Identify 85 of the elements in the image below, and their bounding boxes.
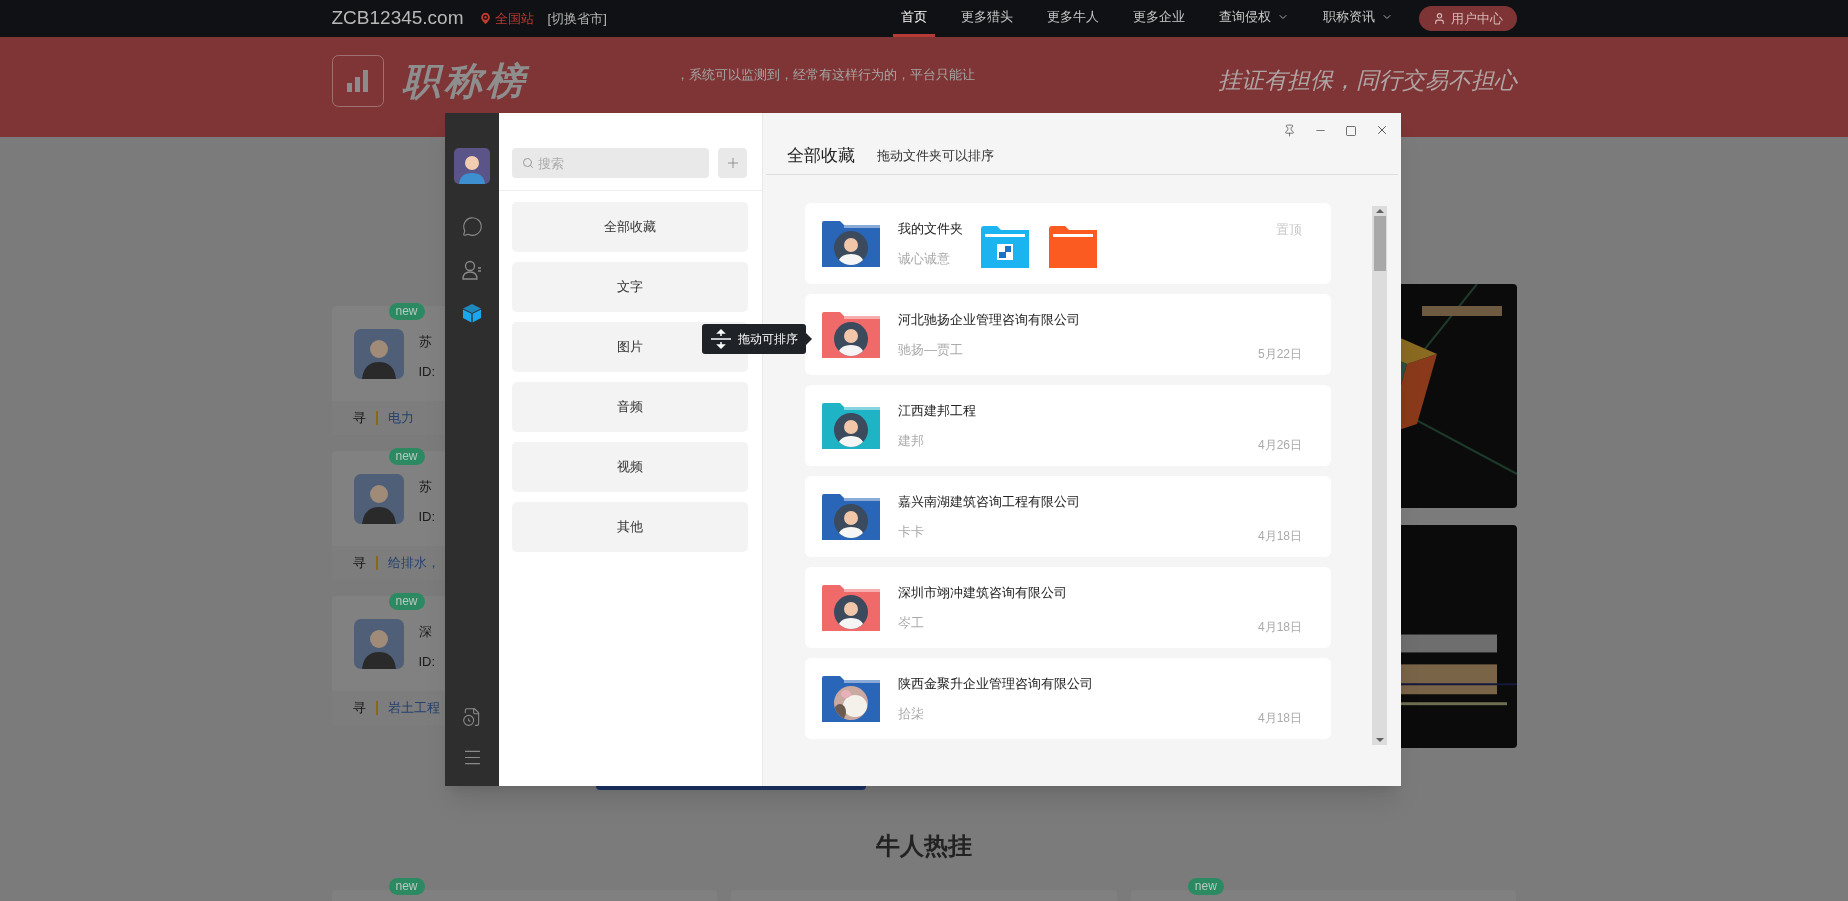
folder-icon[interactable] — [981, 225, 1029, 268]
profile-name: 苏 — [418, 333, 433, 351]
nav-item[interactable]: 查询侵权 — [1210, 0, 1297, 37]
profile-name: 深 — [418, 623, 433, 641]
search-icon — [522, 157, 534, 169]
folder-date: 4月26日 — [1257, 437, 1302, 454]
nav-item[interactable]: 职称资讯 — [1314, 0, 1401, 37]
folder-date: 4月18日 — [1257, 528, 1302, 545]
nav-item[interactable]: 更多猎头 — [952, 0, 1021, 37]
switch-city-link[interactable]: [切换省市] — [547, 8, 607, 29]
folder-subtitle: 拾柒 — [898, 704, 925, 723]
folder-title: 我的文件夹 — [898, 220, 963, 238]
user-icon — [1432, 12, 1446, 25]
close-icon[interactable] — [1375, 123, 1389, 137]
folder-subtitle: 建邦 — [898, 431, 925, 450]
folder-card[interactable]: 嘉兴南湖建筑咨询工程有限公司 卡卡 4月18日 — [805, 476, 1331, 557]
chat-icon[interactable] — [461, 216, 483, 237]
profile-id: ID: — [418, 507, 436, 526]
new-badge: new — [388, 303, 425, 320]
panel-title: 全部收藏 — [787, 144, 855, 167]
new-badge: new — [388, 448, 425, 465]
seek-label: 寻 — [352, 554, 366, 573]
folder-card[interactable]: 江西建邦工程 建邦 4月26日 — [805, 385, 1331, 466]
category-item[interactable]: 全部收藏 — [512, 202, 748, 252]
cube-icon[interactable] — [462, 303, 482, 323]
profile-id: ID: — [418, 362, 436, 381]
category-item[interactable]: 文字 — [512, 262, 748, 312]
ticker-text: ，系统可以监测到，经常有这样行为的，平台只能让 — [675, 66, 975, 85]
search-field[interactable]: 搜索 — [512, 148, 709, 178]
category-item[interactable]: 音频 — [512, 382, 748, 432]
scroll-up-icon[interactable] — [1375, 206, 1384, 216]
pin-icon[interactable] — [1283, 124, 1296, 137]
folder-avatar-icon — [822, 675, 880, 722]
category-item[interactable]: 其他 — [512, 502, 748, 552]
folder-title: 河北驰扬企业管理咨询有限公司 — [898, 311, 1080, 329]
folder-card[interactable]: 河北驰扬企业管理咨询有限公司 驰扬—贾工 5月22日 — [805, 294, 1331, 375]
avatar — [353, 329, 404, 379]
folder-avatar-icon — [822, 402, 880, 449]
folder-title: 嘉兴南湖建筑咨询工程有限公司 — [898, 493, 1080, 511]
site-name[interactable]: ZCB12345.com — [331, 4, 464, 33]
drag-sort-icon — [710, 328, 732, 350]
folder-card[interactable]: 深圳市翊冲建筑咨询有限公司 岑工 4月18日 — [805, 567, 1331, 648]
folder-avatar-icon — [822, 311, 880, 358]
profile-name: 苏 — [418, 478, 433, 496]
folder-avatar-icon — [822, 220, 880, 267]
folder-date: 5月22日 — [1257, 346, 1302, 363]
tooltip-pointer — [806, 333, 812, 345]
new-badge: new — [388, 593, 425, 610]
scroll-down-icon[interactable] — [1375, 735, 1384, 745]
category-item[interactable]: 视频 — [512, 442, 748, 492]
history-icon[interactable] — [462, 707, 482, 727]
folder-subtitle: 卡卡 — [898, 522, 925, 541]
seek-label: 寻 — [352, 409, 366, 428]
folder-avatar-icon — [822, 493, 880, 540]
folder-subtitle: 诚心诚意 — [898, 249, 951, 268]
maximize-icon[interactable] — [1345, 125, 1357, 137]
avatar — [353, 619, 404, 669]
folder-avatar-icon — [822, 584, 880, 631]
new-badge: new — [388, 878, 425, 895]
location-label: 全国站 — [494, 9, 534, 28]
nav-item[interactable]: 更多企业 — [1124, 0, 1193, 37]
nav-item[interactable]: 更多牛人 — [1038, 0, 1107, 37]
logo-icon — [331, 54, 384, 107]
scrollbar-thumb[interactable] — [1373, 216, 1386, 271]
seek-label: 寻 — [352, 699, 366, 718]
folder-card[interactable]: 陕西金聚升企业管理咨询有限公司 拾柒 4月18日 — [805, 658, 1331, 739]
folder-date: 4月18日 — [1257, 710, 1302, 727]
slogan: 挂证有担保，同行交易不担心 — [1217, 66, 1517, 96]
user-center-button[interactable]: 用户中心 — [1418, 6, 1517, 31]
folder-title: 陕西金聚升企业管理咨询有限公司 — [898, 675, 1093, 693]
avatar — [353, 474, 404, 524]
folder-date: 4月18日 — [1257, 619, 1302, 636]
folder-title: 深圳市翊冲建筑咨询有限公司 — [898, 584, 1067, 602]
logo-text: 职称榜 — [401, 57, 528, 105]
folder-title: 江西建邦工程 — [898, 402, 976, 420]
profile-id: ID: — [418, 652, 436, 671]
panel-hint: 拖动文件夹可以排序 — [877, 146, 994, 165]
contacts-icon[interactable] — [461, 259, 483, 281]
avatar[interactable] — [454, 148, 490, 184]
scrollbar[interactable] — [1372, 206, 1387, 745]
section-title: 牛人热挂 — [876, 831, 972, 861]
folder-subtitle: 驰扬—贾工 — [898, 340, 964, 359]
new-badge: new — [1187, 878, 1224, 895]
folder-subtitle: 岑工 — [898, 613, 925, 632]
folder-icon[interactable] — [1049, 225, 1097, 268]
